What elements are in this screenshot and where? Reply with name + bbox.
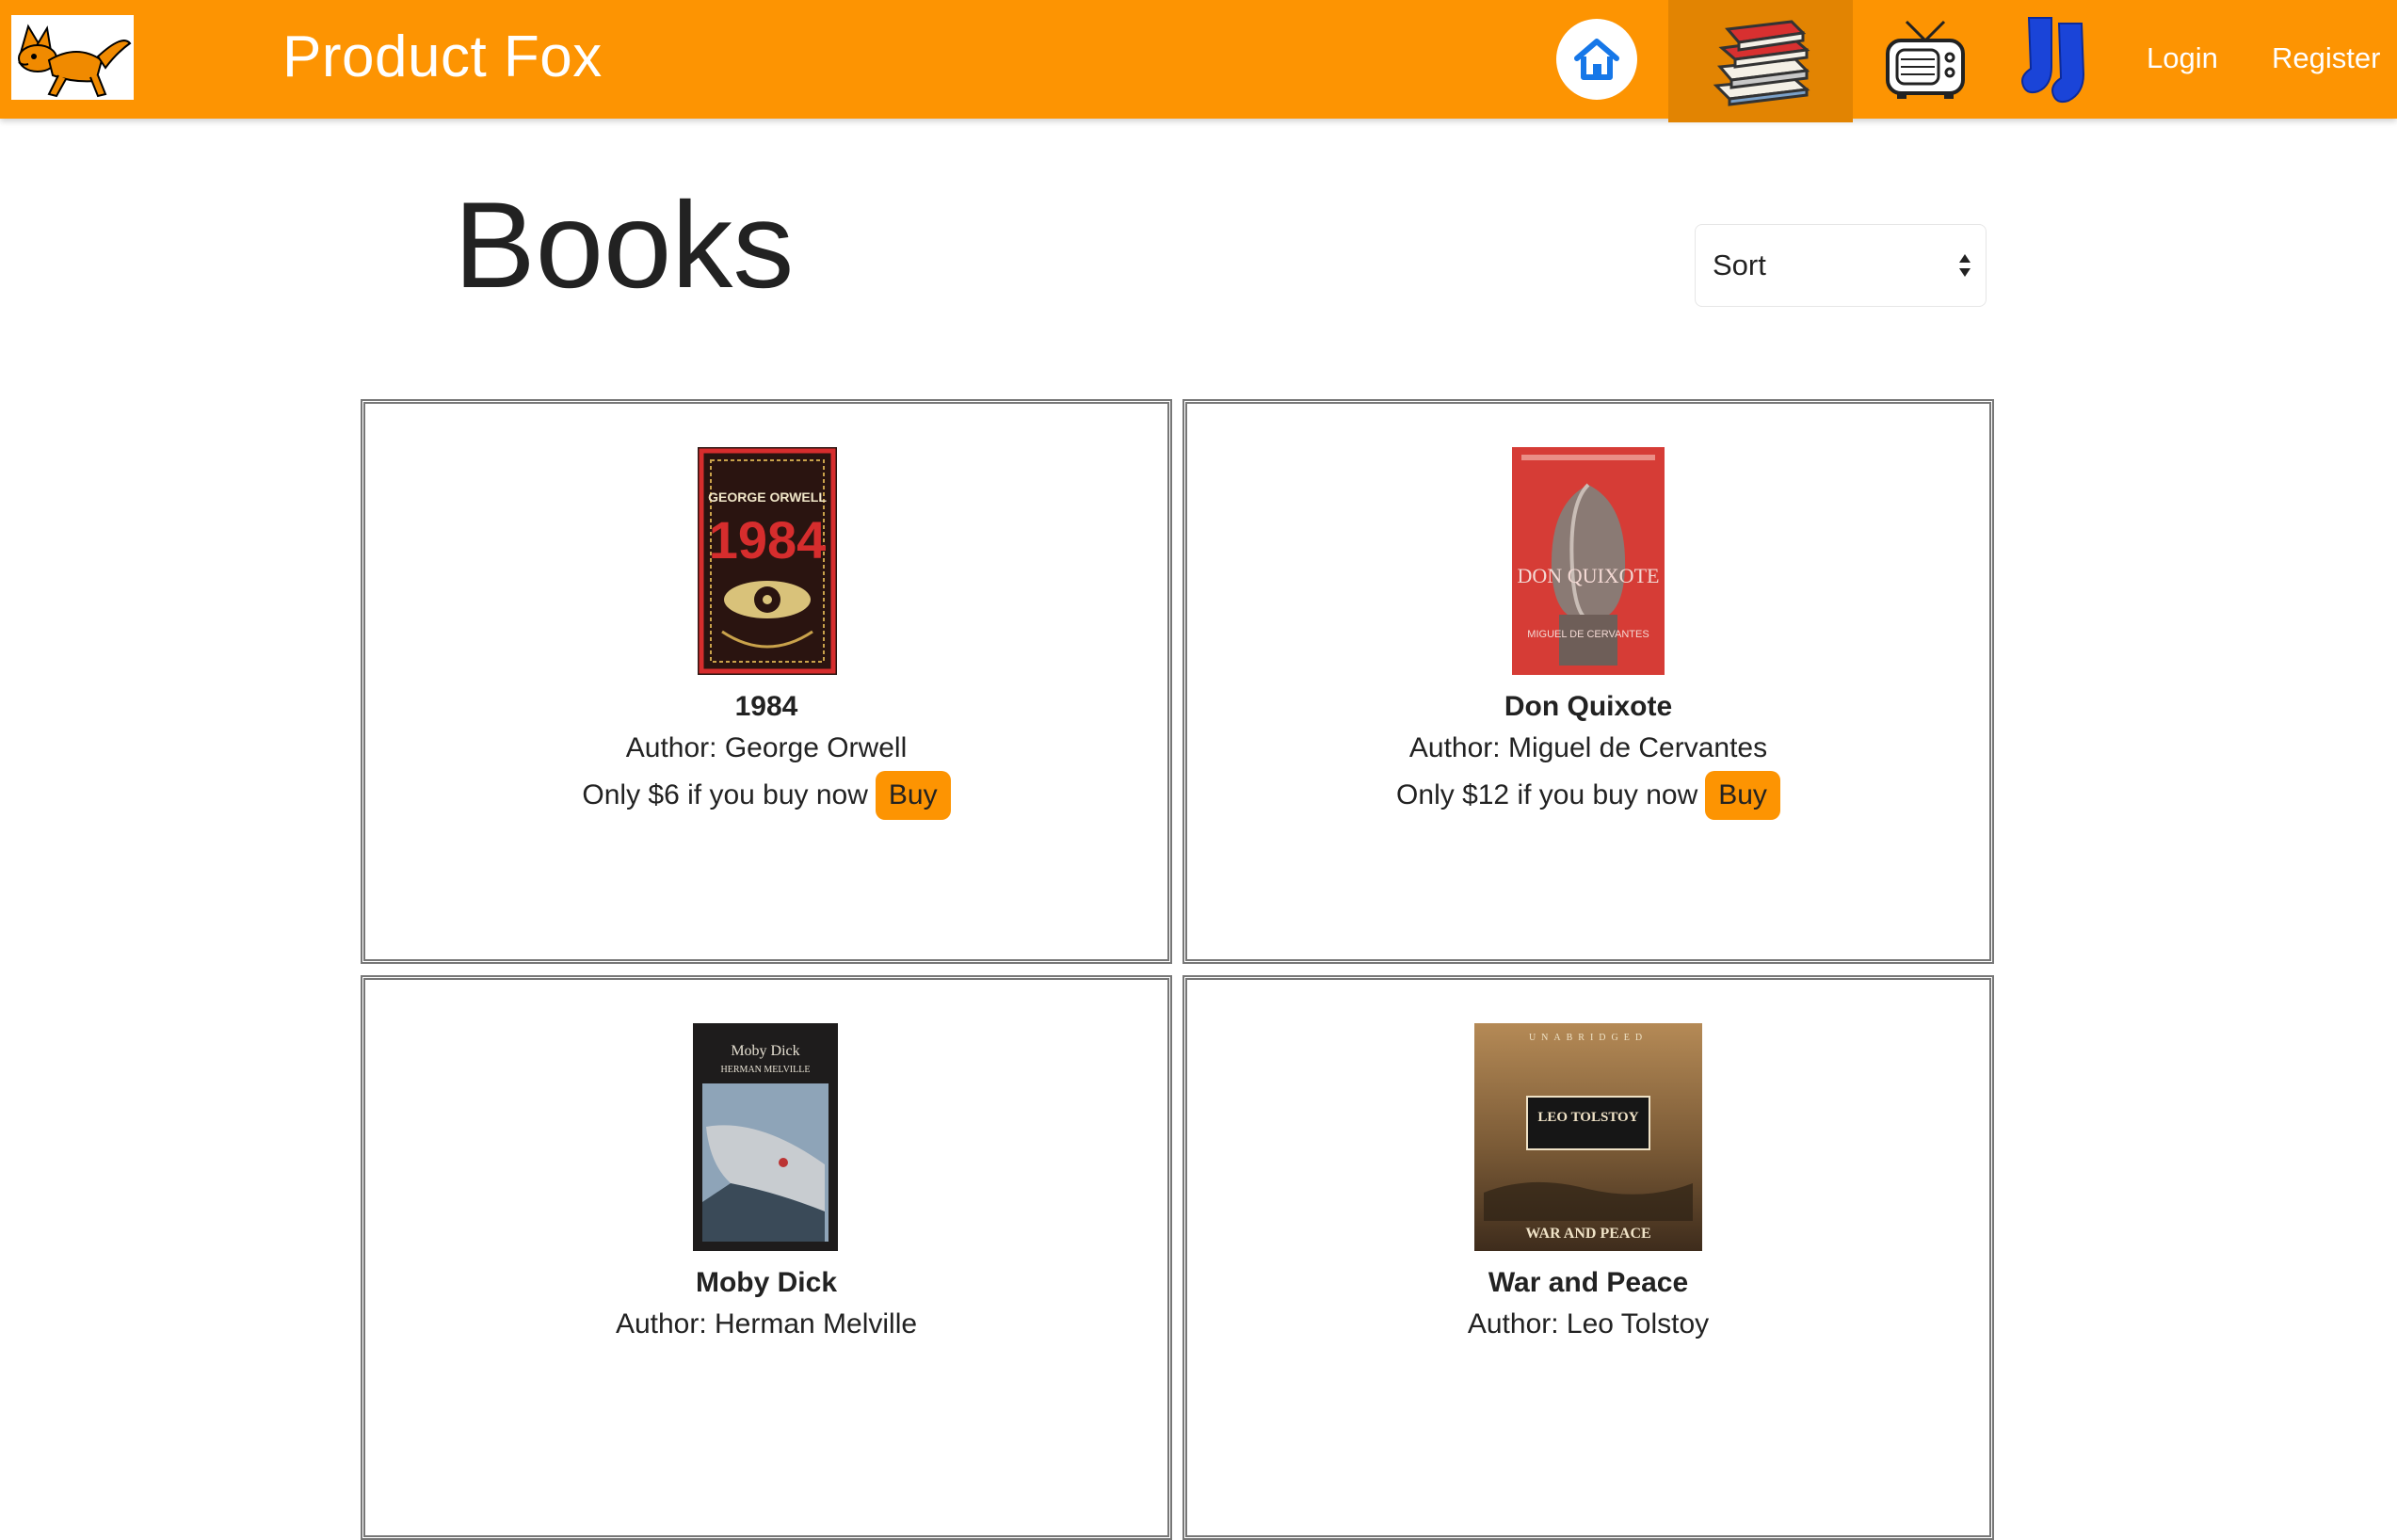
cover-title: 1984: [709, 510, 827, 569]
buy-button[interactable]: Buy: [1705, 771, 1780, 820]
product-title[interactable]: War and Peace: [1187, 1264, 1989, 1302]
cover-author: LEO TOLSTOY: [1537, 1110, 1638, 1125]
product-title[interactable]: 1984: [365, 688, 1167, 726]
book-cover-1984[interactable]: GEORGE ORWELL 1984: [698, 447, 837, 675]
sort-selected-value: Sort: [1713, 249, 1766, 281]
book-cover-war-and-peace[interactable]: UNABRIDGED LEO TOLSTOY WAR AND PEACE: [1474, 1023, 1702, 1251]
product-price-row: Only $6 if you buy now Buy: [365, 771, 1167, 820]
cover-edition: UNABRIDGED: [1529, 1033, 1648, 1043]
tv-icon: [1886, 20, 1965, 99]
cover-title: DON QUIXOTE: [1518, 564, 1660, 587]
nav-socks[interactable]: [1996, 0, 2118, 119]
product-price-row: Only $12 if you buy now Buy: [1187, 771, 1989, 820]
sort-select[interactable]: Sort: [1695, 224, 1987, 307]
login-link[interactable]: Login: [2147, 36, 2218, 81]
fox-logo-icon[interactable]: [11, 15, 134, 100]
register-link[interactable]: Register: [2272, 36, 2380, 81]
nav-home[interactable]: [1544, 0, 1649, 119]
nav-tv[interactable]: [1869, 0, 1982, 119]
book-cover-don-quixote[interactable]: DON QUIXOTE MIGUEL DE CERVANTES: [1512, 447, 1665, 675]
product-price: Only $12 if you buy now: [1396, 779, 1698, 810]
cover-author: MIGUEL DE CERVANTES: [1527, 629, 1649, 640]
product-card: UNABRIDGED LEO TOLSTOY WAR AND PEACE War…: [1182, 975, 1994, 1540]
socks-icon: [2021, 17, 2085, 104]
buy-button[interactable]: Buy: [875, 771, 951, 820]
product-card: GEORGE ORWELL 1984 1984 Author: George O…: [361, 399, 1172, 964]
cover-title: Moby Dick: [731, 1043, 799, 1059]
product-card: DON QUIXOTE MIGUEL DE CERVANTES Don Quix…: [1182, 399, 1994, 964]
product-author: Author: Miguel de Cervantes: [1408, 732, 1768, 763]
book-cover-moby-dick[interactable]: Moby Dick HERMAN MELVILLE: [693, 1023, 838, 1251]
product-title[interactable]: Moby Dick: [365, 1264, 1167, 1302]
product-author: Author: Herman Melville: [615, 1308, 918, 1339]
books-icon: [1713, 20, 1810, 106]
brand-name[interactable]: Product Fox: [282, 21, 603, 94]
top-navbar: Product Fox Login Register: [0, 0, 2397, 122]
product-author: Author: Leo Tolstoy: [1467, 1308, 1710, 1339]
product-price: Only $6 if you buy now: [582, 779, 868, 810]
nav-books[interactable]: [1668, 0, 1853, 122]
product-card: Moby Dick HERMAN MELVILLE Moby Dick Auth…: [361, 975, 1172, 1540]
sort-arrows-icon: [1959, 254, 1971, 277]
product-author: Author: George Orwell: [625, 732, 908, 763]
page-title: Books: [454, 176, 795, 313]
cover-title: WAR AND PEACE: [1525, 1226, 1650, 1242]
cover-author: HERMAN MELVILLE: [721, 1065, 811, 1075]
product-title[interactable]: Don Quixote: [1187, 688, 1989, 726]
home-icon[interactable]: [1556, 19, 1637, 100]
cover-author: GEORGE ORWELL: [708, 489, 827, 505]
